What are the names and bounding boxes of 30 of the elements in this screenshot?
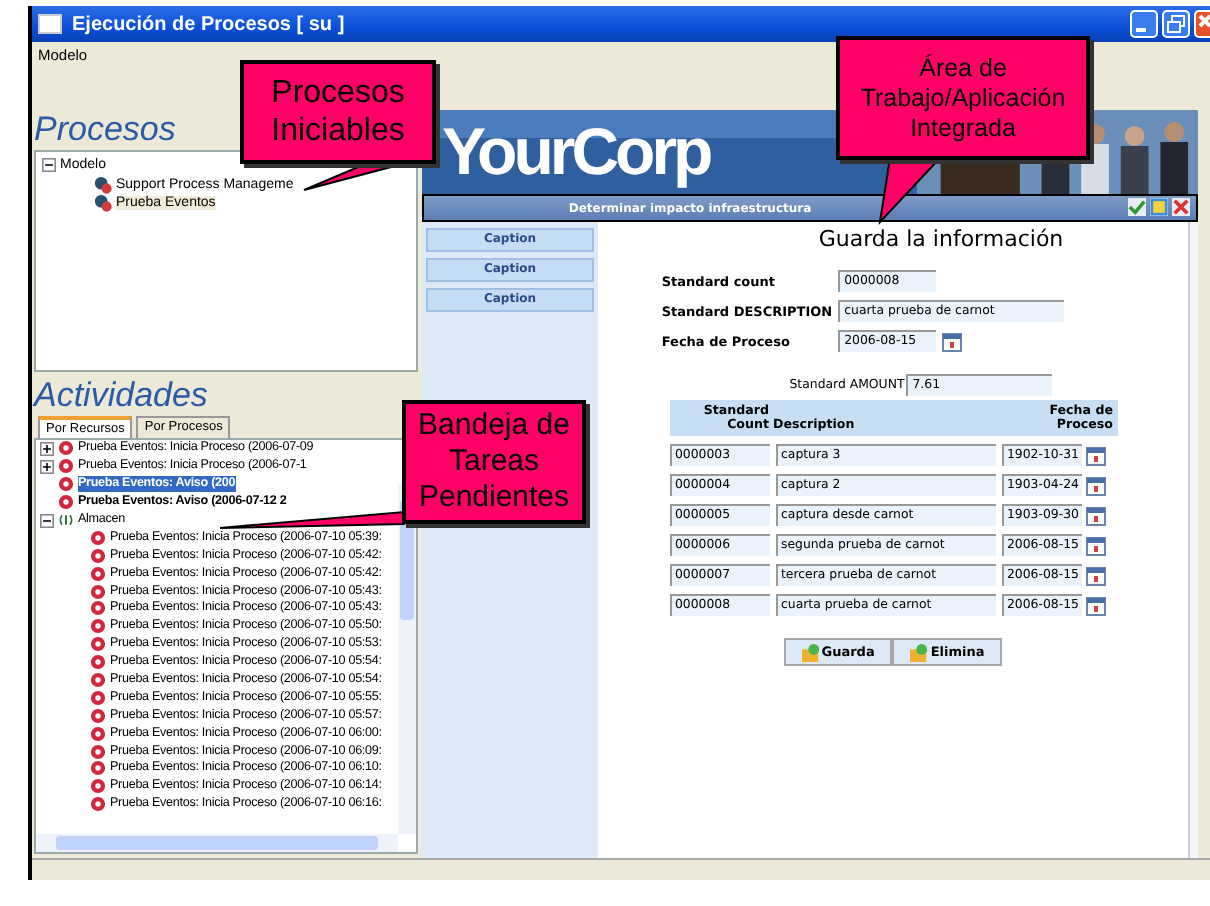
expand-icon[interactable]: [40, 441, 54, 456]
callout: Bandeja de Tareas Pendientes: [402, 400, 586, 524]
calendar-icon[interactable]: [1086, 535, 1107, 555]
antenna-icon: [58, 512, 74, 528]
window-title: Ejecución de Procesos [ su ]: [72, 13, 345, 35]
window-icon: [38, 14, 62, 34]
collapse-icon[interactable]: [40, 513, 54, 527]
calendar-icon[interactable]: [1086, 505, 1107, 525]
close-icon[interactable]: [1172, 198, 1190, 216]
check-icon[interactable]: [1128, 198, 1146, 216]
scrollbar[interactable]: [1188, 222, 1198, 858]
panel-heading: Actividades: [34, 376, 208, 416]
process-icon: [94, 175, 112, 194]
folder-icon: [910, 643, 929, 661]
calendar-icon[interactable]: [1086, 595, 1107, 615]
folder-icon: [801, 643, 820, 661]
minimize-button[interactable]: [1130, 10, 1158, 38]
process-icon: [94, 194, 112, 213]
calendar-icon[interactable]: [1086, 445, 1107, 465]
panel-heading: Procesos: [34, 110, 176, 150]
form-heading: Guarda la información: [818, 226, 1064, 252]
calendar-icon[interactable]: [1086, 565, 1107, 585]
brand-logo: YourCorp: [442, 112, 710, 192]
calendar-icon[interactable]: [1086, 475, 1107, 495]
close-button[interactable]: [1194, 10, 1210, 38]
calendar-icon[interactable]: [942, 331, 963, 351]
collapse-icon[interactable]: [42, 158, 56, 173]
restore-button[interactable]: [1162, 10, 1190, 38]
expand-icon[interactable]: [40, 459, 54, 474]
scrollbar[interactable]: [36, 834, 398, 852]
